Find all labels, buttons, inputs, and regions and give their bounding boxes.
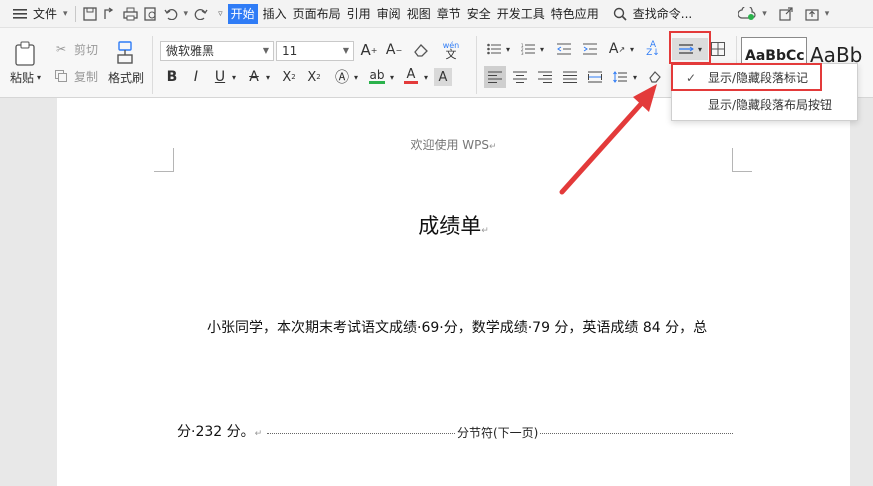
search-icon[interactable]: [610, 0, 630, 28]
file-menu[interactable]: 文件: [30, 0, 60, 28]
highlight-box-menu-option: [671, 63, 822, 91]
document-page[interactable]: 欢迎使用 WPS↵ 成绩单↵ 小张同学，本次期末考试语文成绩·69·分，数学成绩…: [57, 98, 850, 486]
chevron-down-icon: ▼: [262, 46, 269, 55]
chevron-down-icon[interactable]: ▾: [759, 0, 770, 28]
font-size-value: 11: [282, 44, 298, 58]
italic-icon[interactable]: I: [188, 68, 204, 86]
clear-format-icon[interactable]: [412, 41, 430, 59]
font-color-icon[interactable]: A: [402, 66, 420, 86]
chevron-down-icon[interactable]: ▾: [538, 43, 546, 55]
distributed-align-icon[interactable]: [586, 68, 604, 86]
cut-button[interactable]: 剪切: [72, 41, 100, 57]
paragraph-2: 分·232 分。↵: [177, 424, 263, 440]
chevron-down-icon[interactable]: ▾: [181, 0, 192, 28]
char-shading-icon[interactable]: A: [434, 68, 452, 86]
paragraph-1: 小张同学，本次期末考试语文成绩·69·分，数学成绩·79 分，英语成绩 84 分…: [207, 320, 708, 336]
underline-icon[interactable]: U: [212, 68, 228, 86]
phonetic-guide-icon[interactable]: wén 文: [440, 39, 462, 61]
chevron-down-icon[interactable]: ▾: [60, 0, 71, 28]
chevron-down-icon[interactable]: ▾: [264, 70, 272, 84]
page-header-text: 欢迎使用 WPS↵: [410, 138, 497, 152]
strikethrough-icon[interactable]: A: [246, 68, 262, 86]
export-icon[interactable]: [100, 0, 120, 28]
text-direction-icon[interactable]: A ↗: [608, 40, 626, 58]
shading-icon[interactable]: [647, 68, 665, 86]
align-right-icon[interactable]: [536, 68, 554, 86]
tab-start[interactable]: 开始: [227, 3, 258, 24]
chevron-down-icon[interactable]: ▾: [631, 70, 639, 84]
chevron-down-icon[interactable]: ▾: [422, 70, 430, 84]
increase-indent-icon[interactable]: [582, 41, 598, 57]
tab-security[interactable]: 安全: [464, 0, 494, 28]
divider: [476, 36, 477, 94]
font-size-select[interactable]: 11 ▼: [276, 41, 354, 61]
cut-icon[interactable]: ✂: [54, 42, 68, 56]
highlight-icon[interactable]: ab: [368, 66, 386, 86]
increase-font-icon[interactable]: A +: [360, 41, 378, 59]
search-command[interactable]: 查找命令...: [630, 0, 695, 28]
chevron-down-icon[interactable]: ▾: [230, 70, 238, 84]
decrease-indent-icon[interactable]: [556, 41, 572, 57]
show-hide-layout-button-option[interactable]: 显示/隐藏段落布局按钮: [672, 93, 857, 118]
paste-button-icon[interactable]: [12, 40, 38, 68]
sync-status-icon[interactable]: [735, 0, 759, 28]
bold-icon[interactable]: B: [164, 68, 180, 86]
chevron-down-icon[interactable]: ▾: [35, 71, 43, 83]
format-painter-icon[interactable]: [114, 40, 136, 66]
tab-developer[interactable]: 开发工具: [494, 0, 548, 28]
section-break-label: 分节符(下一页): [455, 424, 541, 441]
format-painter-button[interactable]: 格式刷: [106, 69, 146, 85]
justify-icon[interactable]: [561, 68, 579, 86]
svg-text:3: 3: [521, 51, 524, 55]
undo-icon[interactable]: [161, 0, 181, 28]
print-preview-icon[interactable]: [141, 0, 161, 28]
font-name-select[interactable]: 微软雅黑 ▼: [160, 41, 274, 61]
table-border-icon[interactable]: [710, 41, 726, 57]
text-effect-icon[interactable]: Ⓐ: [334, 68, 350, 86]
save-icon[interactable]: [80, 0, 100, 28]
superscript-icon[interactable]: X2: [280, 68, 298, 86]
tab-chapter[interactable]: 章节: [434, 0, 464, 28]
line-spacing-icon[interactable]: [611, 68, 629, 86]
align-left-icon[interactable]: [484, 66, 506, 88]
tab-special[interactable]: 特色应用: [548, 0, 602, 28]
numbered-list-icon[interactable]: 123: [520, 41, 536, 57]
chevron-down-icon: ▼: [342, 46, 349, 55]
chevron-down-icon[interactable]: ▾: [388, 70, 396, 84]
document-title: 成绩单↵: [418, 214, 489, 238]
bullet-list-icon[interactable]: [486, 41, 502, 57]
font-name-value: 微软雅黑: [166, 44, 215, 58]
copy-button[interactable]: 复制: [72, 68, 100, 84]
redo-icon[interactable]: [191, 0, 211, 28]
tab-review[interactable]: 审阅: [374, 0, 404, 28]
tab-view[interactable]: 视图: [404, 0, 434, 28]
more-icon[interactable]: ▿: [215, 0, 226, 28]
hamburger-menu-icon[interactable]: [10, 0, 30, 28]
chevron-down-icon[interactable]: ▾: [822, 0, 833, 28]
print-icon[interactable]: [120, 0, 141, 28]
decrease-font-icon[interactable]: A −: [385, 41, 403, 59]
align-center-icon[interactable]: [511, 68, 529, 86]
highlight-box-toolbar-button: [669, 31, 711, 64]
chevron-down-icon[interactable]: ▾: [352, 70, 360, 84]
divider: [74, 5, 76, 22]
tab-page-layout[interactable]: 页面布局: [290, 0, 344, 28]
chevron-down-icon[interactable]: ▾: [628, 43, 636, 55]
tab-insert[interactable]: 插入: [260, 0, 290, 28]
upload-icon[interactable]: [802, 0, 822, 28]
paste-button[interactable]: 粘贴: [8, 69, 36, 85]
subscript-icon[interactable]: X2: [305, 68, 323, 86]
tab-references[interactable]: 引用: [344, 0, 374, 28]
copy-icon[interactable]: [54, 69, 68, 83]
menu-bar: 文件 ▾ ▾ ▿ 开始 插入 页面布局 引用 审阅 视图 章节 安全 开发工具 …: [0, 0, 873, 28]
sort-icon[interactable]: A Z↓: [644, 40, 662, 58]
divider: [152, 36, 153, 94]
share-icon[interactable]: [776, 0, 796, 28]
chevron-down-icon[interactable]: ▾: [504, 43, 512, 55]
